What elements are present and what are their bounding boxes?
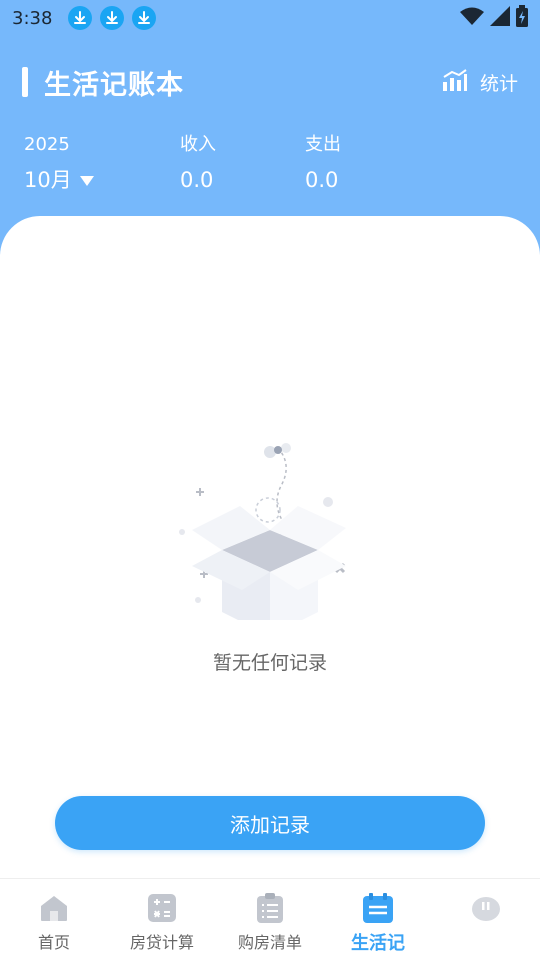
tab-label: 首页 <box>37 933 70 952</box>
tab-label: 房贷计算 <box>129 933 194 952</box>
month-summary: 2025 10月 收入 0.0 支出 0.0 <box>0 130 540 210</box>
expense-label: 支出 <box>305 134 341 155</box>
download-icon <box>100 6 125 30</box>
battery-icon <box>516 5 528 31</box>
month-picker[interactable]: 2025 10月 <box>24 130 94 200</box>
empty-state-text: 暂无任何记录 <box>212 652 327 674</box>
app-header: 生活记账本 统计 <box>0 56 540 108</box>
statistics-label: 统计 <box>479 72 518 95</box>
statistics-button[interactable]: 统计 <box>442 68 518 96</box>
add-record-button[interactable]: 添加记录 <box>55 796 485 850</box>
calculator-icon <box>147 893 177 923</box>
tab-life-ledger[interactable]: 生活记 <box>324 879 432 960</box>
year-label: 2025 <box>24 134 70 155</box>
expense-summary: 支出 0.0 <box>305 130 341 200</box>
status-time: 3:38 <box>12 7 53 29</box>
tab-loan-calculator[interactable]: 房贷计算 <box>108 879 216 960</box>
page-title: 生活记账本 <box>44 69 184 101</box>
month-label: 10月 <box>24 168 72 192</box>
download-icon <box>132 6 157 30</box>
piggy-bank-icon <box>471 893 501 923</box>
tab-savings[interactable] <box>432 879 540 960</box>
tab-purchase-list[interactable]: 购房清单 <box>216 879 324 960</box>
status-bar: 3:38 <box>0 0 540 36</box>
expense-value: 0.0 <box>305 168 339 192</box>
income-label: 收入 <box>180 134 216 155</box>
empty-box-illustration <box>179 443 346 620</box>
clipboard-icon <box>255 893 285 923</box>
tab-label: 购房清单 <box>237 933 302 952</box>
income-value: 0.0 <box>180 168 214 192</box>
tab-home[interactable]: 首页 <box>0 879 108 960</box>
income-summary: 收入 0.0 <box>180 130 216 200</box>
home-icon <box>39 893 69 923</box>
wifi-icon <box>460 7 484 29</box>
calendar-icon <box>363 893 393 923</box>
title-accent-bar <box>22 67 28 97</box>
download-icon <box>68 6 93 30</box>
tab-label: 生活记 <box>351 933 405 954</box>
bottom-tab-bar: 首页 房贷计算 购房清单 生活记 <box>0 878 540 960</box>
records-panel: 暂无任何记录 添加记录 <box>0 216 540 960</box>
caret-down-icon <box>79 176 94 186</box>
signal-icon <box>490 6 510 30</box>
chart-icon <box>442 68 468 96</box>
